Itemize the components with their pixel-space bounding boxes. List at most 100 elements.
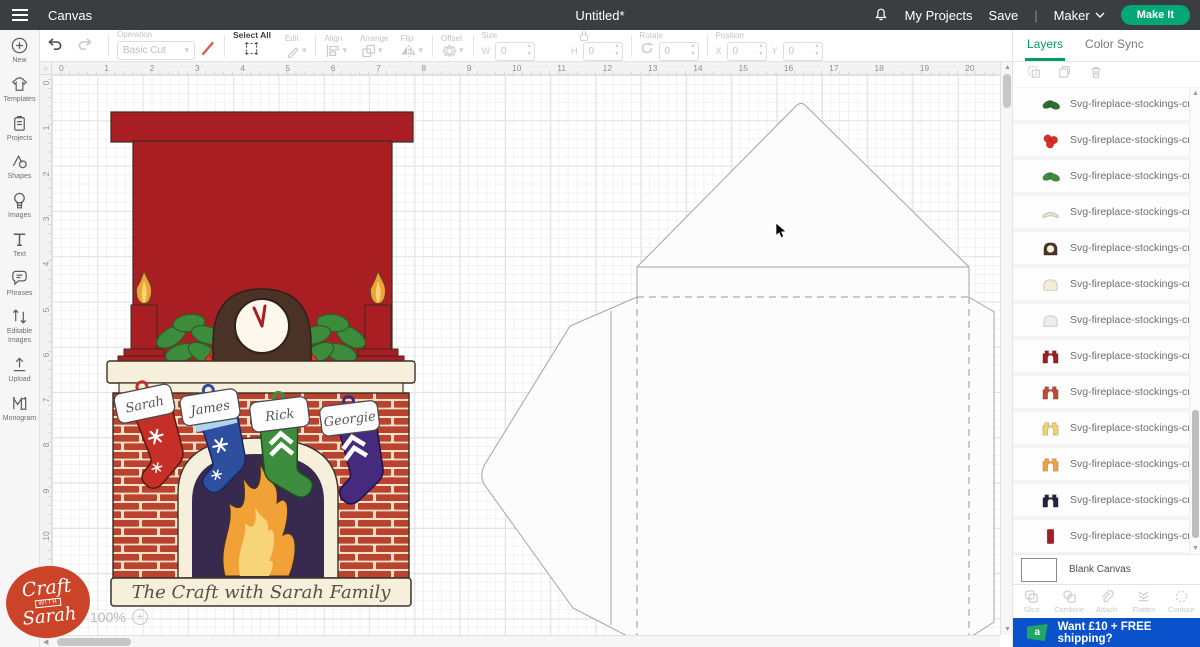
layer-label: Svg-fireplace-stockings-cr... — [1070, 350, 1199, 362]
zoom-in-button[interactable]: + — [132, 609, 148, 625]
layers-scroll-down-icon[interactable]: ▼ — [1192, 545, 1199, 552]
color-pen-icon[interactable] — [200, 40, 216, 61]
sidebar-item-images[interactable]: Images — [0, 191, 40, 221]
layer-row[interactable]: Svg-fireplace-stockings-cr... — [1013, 340, 1200, 372]
sidebar-item-new[interactable]: New — [0, 36, 40, 66]
layer-thumbnail-icon — [1041, 491, 1060, 510]
make-it-button[interactable]: Make It — [1121, 5, 1190, 25]
layer-row[interactable]: Svg-fireplace-stockings-cr... — [1013, 196, 1200, 228]
sidebar-item-projects[interactable]: Projects — [0, 114, 40, 144]
tshirt-icon — [10, 75, 29, 94]
document-title: Untitled* — [575, 8, 624, 23]
offset-label: Offset — [441, 34, 462, 43]
arrange-button[interactable]: ▾ — [360, 44, 384, 58]
ruler-origin[interactable]: ○ — [40, 62, 52, 75]
flip-button[interactable]: ▾ — [400, 44, 424, 58]
horizontal-scroll-thumb[interactable] — [57, 638, 131, 646]
layer-row[interactable]: Svg-fireplace-stockings-cr... — [1013, 304, 1200, 336]
attach-button[interactable]: Attach — [1088, 585, 1125, 618]
ruler-number: 6 — [331, 63, 336, 73]
layers-scroll-up-icon[interactable]: ▲ — [1192, 90, 1199, 97]
undo-button[interactable] — [40, 36, 70, 55]
vertical-scroll-thumb[interactable] — [1003, 74, 1011, 108]
ruler-number: 19 — [920, 63, 929, 73]
ruler-number: 15 — [739, 63, 748, 73]
flatten-button[interactable]: Flatten — [1125, 585, 1162, 618]
contour-button[interactable]: Contour — [1163, 585, 1200, 618]
layer-row[interactable]: Svg-fireplace-stockings-cr... — [1013, 160, 1200, 192]
menu-icon[interactable] — [0, 0, 40, 30]
edit-button[interactable]: ▾ — [285, 44, 308, 58]
bell-icon[interactable] — [873, 6, 889, 25]
machine-selector[interactable]: Maker — [1054, 8, 1105, 23]
sidebar-item-monogram[interactable]: Monogram — [0, 394, 40, 424]
tab-color-sync[interactable]: Color Sync — [1083, 30, 1146, 61]
scroll-up-icon[interactable]: ▲ — [1004, 64, 1011, 71]
blank-canvas-row[interactable]: Blank Canvas — [1013, 554, 1200, 584]
operation-label: Operation — [117, 30, 152, 39]
edit-label: Edit — [285, 34, 299, 43]
ruler-number: 14 — [693, 63, 702, 73]
topbar-divider: | — [1034, 8, 1037, 23]
save-link[interactable]: Save — [989, 8, 1019, 23]
group-icon[interactable] — [1027, 65, 1041, 84]
sidebar-item-shapes[interactable]: Shapes — [0, 152, 40, 182]
size-label: Size — [482, 31, 498, 40]
tab-layers[interactable]: Layers — [1025, 30, 1065, 61]
fireplace-design[interactable]: Sarah James — [105, 111, 417, 608]
layer-row[interactable]: Svg-fireplace-stockings-cr... — [1013, 448, 1200, 480]
ruler-number: 0 — [41, 78, 51, 88]
redo-button[interactable] — [70, 36, 100, 55]
editable-images-icon — [10, 307, 29, 326]
align-button[interactable]: ▾ — [324, 44, 348, 58]
combine-button[interactable]: Combine — [1050, 585, 1087, 618]
promo-text: Want £10 + FREE shipping? — [1058, 621, 1200, 645]
sidebar-item-text[interactable]: Text — [0, 230, 40, 260]
position-label: Position — [716, 31, 744, 40]
slice-button[interactable]: Slice — [1013, 585, 1050, 618]
duplicate-icon[interactable] — [1058, 65, 1072, 84]
sidebar-item-editable-images[interactable]: Editable Images — [0, 307, 40, 346]
layer-row[interactable]: Svg-fireplace-stockings-cr... — [1013, 484, 1200, 516]
sidebar-item-templates[interactable]: Templates — [0, 75, 40, 105]
layers-scroll-thumb[interactable] — [1192, 410, 1199, 538]
offset-button[interactable]: ▾ — [441, 44, 465, 58]
layer-row[interactable]: Svg-fireplace-stockings-cr... — [1013, 88, 1200, 120]
operation-select[interactable]: Basic Cut▾ — [117, 41, 195, 60]
my-projects-link[interactable]: My Projects — [905, 8, 973, 23]
layer-row[interactable]: Svg-fireplace-stockings-cr... — [1013, 232, 1200, 264]
layer-row[interactable]: Svg-fireplace-stockings-cr... — [1013, 124, 1200, 156]
sidebar-item-phrases[interactable]: Phrases — [0, 269, 40, 299]
ruler-number: 20 — [965, 63, 974, 73]
canvas-horizontal-scrollbar[interactable]: ◀ — [40, 635, 1000, 647]
canvas-vertical-scrollbar[interactable]: ▲ ▼ — [1000, 62, 1012, 635]
scroll-left-icon[interactable]: ◀ — [43, 639, 48, 646]
ruler-number: 6 — [41, 350, 51, 360]
delete-icon[interactable] — [1089, 65, 1103, 84]
layer-row[interactable]: Svg-fireplace-stockings-cr... — [1013, 376, 1200, 408]
ruler-number: 1 — [41, 123, 51, 133]
layer-label: Svg-fireplace-stockings-cr... — [1070, 530, 1199, 542]
layer-label: Svg-fireplace-stockings-cr... — [1070, 314, 1199, 326]
canvas-grid[interactable]: Sarah James — [52, 75, 1000, 635]
scroll-down-icon[interactable]: ▼ — [1004, 626, 1011, 633]
envelope-template[interactable] — [470, 96, 1000, 635]
ruler-number: 7 — [376, 63, 381, 73]
clipboard-icon — [10, 114, 29, 133]
shapes-icon — [10, 152, 29, 171]
flip-label: Flip — [400, 34, 413, 43]
promo-banner[interactable]: a Want £10 + FREE shipping? — [1013, 618, 1200, 647]
ruler-number: 3 — [41, 214, 51, 224]
layers-scrollbar[interactable]: ▲ ▼ — [1189, 88, 1200, 554]
blank-canvas-swatch[interactable] — [1021, 558, 1057, 582]
layer-row[interactable]: Svg-fireplace-stockings-cr... — [1013, 268, 1200, 300]
select-all-icon[interactable] — [244, 41, 259, 61]
ruler-number: 16 — [784, 63, 793, 73]
sidebar-item-upload[interactable]: Upload — [0, 355, 40, 385]
layer-row[interactable]: Svg-fireplace-stockings-cr... — [1013, 520, 1200, 552]
layer-thumbnail-icon — [1041, 275, 1060, 294]
layers-list: Svg-fireplace-stockings-cr... Svg-firepl… — [1013, 88, 1200, 554]
layer-row[interactable]: Svg-fireplace-stockings-cr... — [1013, 412, 1200, 444]
rotate-icon — [640, 41, 654, 60]
chevron-down-icon — [1095, 12, 1105, 18]
